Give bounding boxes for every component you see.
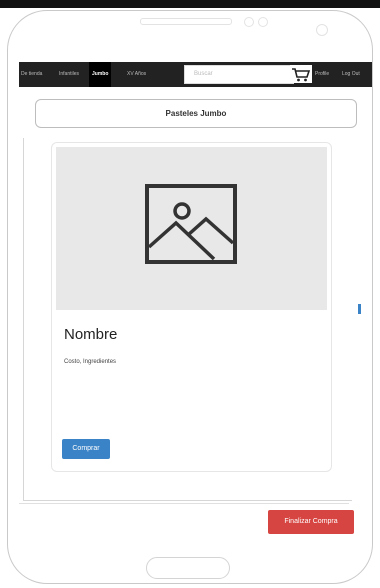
cart-icon[interactable] <box>290 65 312 83</box>
search-placeholder: Buscar <box>194 71 213 77</box>
nav-item-jumbo[interactable]: Jumbo <box>89 62 112 87</box>
status-bar <box>0 0 380 8</box>
buy-button[interactable]: Comprar <box>62 439 110 459</box>
nav-item-infantiles[interactable]: Infantiles <box>59 62 79 87</box>
speaker-slot <box>140 18 232 25</box>
sensor-dot <box>244 17 254 27</box>
card-title: Nombre <box>64 326 118 343</box>
image-icon <box>145 184 237 264</box>
profile-link[interactable]: Profile <box>315 62 329 87</box>
logout-link[interactable]: Log Out <box>342 62 360 87</box>
navbar: De tienda Infantiles Jumbo XV Años Busca… <box>19 62 372 87</box>
nav-item-de-tienda[interactable]: De tienda <box>21 62 42 87</box>
search-input[interactable]: Buscar <box>184 65 294 84</box>
card-description: Costo, Ingredientes <box>64 359 117 365</box>
finish-purchase-button[interactable]: Finalizar Compra <box>268 510 354 534</box>
image-placeholder <box>56 147 327 310</box>
nav-item-xv-anos[interactable]: XV Años <box>127 62 146 87</box>
scroll-indicator[interactable] <box>358 304 361 314</box>
front-camera <box>316 24 328 36</box>
home-button[interactable] <box>146 557 230 579</box>
product-card: Nombre Costo, Ingredientes Comprar <box>51 142 332 472</box>
page-title: Pasteles Jumbo <box>35 99 357 128</box>
app-screen: De tienda Infantiles Jumbo XV Años Busca… <box>19 62 372 546</box>
divider <box>19 503 349 504</box>
sensor-dot <box>258 17 268 27</box>
